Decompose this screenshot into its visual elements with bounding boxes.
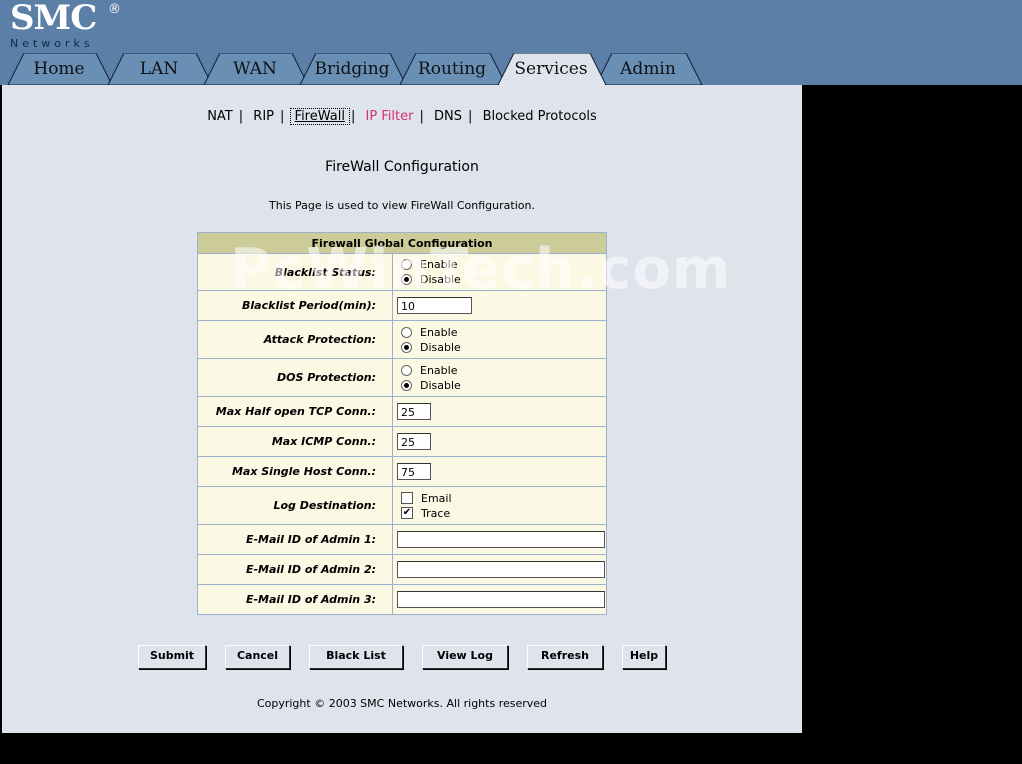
- black-list-button[interactable]: Black List: [309, 645, 403, 669]
- dos-enable-label: Enable: [420, 363, 458, 377]
- registered-mark: ®: [108, 2, 121, 17]
- header-bar: SMC ® Networks Home LAN WAN Bridging Rou…: [0, 0, 1022, 85]
- row-email-admin1: E-Mail ID of Admin 1:: [198, 525, 606, 554]
- max-icmp-input[interactable]: 25: [397, 433, 431, 450]
- subnav-dns[interactable]: DNS: [430, 109, 466, 124]
- tab-admin[interactable]: Admin: [592, 53, 704, 85]
- dos-protection-label: DOS Protection:: [198, 359, 392, 396]
- subnav-firewall[interactable]: FireWall: [289, 108, 350, 125]
- help-button[interactable]: Help: [622, 645, 666, 669]
- max-icmp-label: Max ICMP Conn.:: [198, 427, 392, 456]
- log-email-option[interactable]: Email: [397, 491, 605, 506]
- attack-enable-option[interactable]: Enable: [397, 325, 605, 340]
- email-admin3-input[interactable]: [397, 591, 605, 608]
- button-row: Submit Cancel Black List View Log Refres…: [2, 645, 802, 669]
- log-destination-label: Log Destination:: [198, 487, 392, 524]
- tab-routing-label: Routing: [417, 59, 487, 79]
- main-tabs: Home LAN WAN Bridging Routing Admin Serv…: [0, 53, 720, 85]
- attack-protection-label: Attack Protection:: [198, 321, 392, 358]
- row-max-half-open: Max Half open TCP Conn.: 25: [198, 397, 606, 426]
- dos-enable-radio[interactable]: [401, 364, 412, 376]
- max-half-open-input[interactable]: 25: [397, 403, 431, 420]
- page-description: This Page is used to view FireWall Confi…: [269, 199, 535, 212]
- attack-disable-radio[interactable]: [401, 341, 412, 353]
- dos-enable-option[interactable]: Enable: [397, 363, 605, 378]
- page-title: FireWall Configuration: [325, 159, 479, 175]
- tab-bridging-label: Bridging: [314, 59, 390, 79]
- logo-text: SMC: [10, 0, 97, 38]
- max-half-open-label: Max Half open TCP Conn.:: [198, 397, 392, 426]
- copyright-text: Copyright © 2003 SMC Networks. All right…: [256, 697, 548, 710]
- email-admin2-input[interactable]: [397, 561, 605, 578]
- sub-navigation: NAT | RIP | FireWall | IP Filter | DNS | Bloc…: [2, 108, 802, 125]
- row-attack-protection: Attack Protection: Enable Disable: [198, 321, 606, 358]
- attack-disable-label: Disable: [420, 340, 461, 354]
- log-trace-option[interactable]: ✔ Trace: [397, 506, 605, 521]
- subnav-rip[interactable]: RIP: [249, 109, 278, 124]
- row-email-admin3: E-Mail ID of Admin 3:: [198, 585, 606, 614]
- email-admin1-label: E-Mail ID of Admin 1:: [198, 525, 392, 554]
- tab-wan[interactable]: WAN: [200, 53, 310, 85]
- logo-subtitle: Networks: [10, 37, 94, 50]
- attack-enable-radio[interactable]: [401, 326, 412, 338]
- submit-button[interactable]: Submit: [138, 645, 206, 669]
- dos-disable-label: Disable: [420, 378, 461, 392]
- refresh-button[interactable]: Refresh: [527, 645, 603, 669]
- email-admin3-label: E-Mail ID of Admin 3:: [198, 585, 392, 614]
- watermark: PcWinTech.com: [230, 237, 732, 302]
- row-dos-protection: DOS Protection: Enable Disable: [198, 359, 606, 396]
- subnav-ip-filter[interactable]: IP Filter: [361, 109, 417, 124]
- tab-admin-label: Admin: [620, 59, 676, 79]
- log-trace-checkbox[interactable]: ✔: [401, 507, 413, 519]
- dos-disable-radio[interactable]: [401, 379, 412, 391]
- attack-enable-label: Enable: [420, 325, 458, 339]
- view-log-button[interactable]: View Log: [422, 645, 508, 669]
- tab-wan-label: WAN: [233, 59, 277, 79]
- tab-services[interactable]: Services: [494, 53, 608, 85]
- tab-bridging[interactable]: Bridging: [296, 53, 408, 85]
- max-single-host-input[interactable]: 75: [397, 463, 431, 480]
- tab-home[interactable]: Home: [4, 53, 114, 85]
- row-email-admin2: E-Mail ID of Admin 2:: [198, 555, 606, 584]
- log-email-checkbox[interactable]: [401, 492, 413, 504]
- row-max-icmp: Max ICMP Conn.: 25: [198, 427, 606, 456]
- email-admin2-label: E-Mail ID of Admin 2:: [198, 555, 392, 584]
- subnav-nat[interactable]: NAT: [203, 109, 237, 124]
- email-admin1-input[interactable]: [397, 531, 605, 548]
- log-trace-label: Trace: [421, 506, 451, 520]
- subnav-blocked-protocols[interactable]: Blocked Protocols: [479, 109, 601, 124]
- log-email-label: Email: [421, 491, 452, 505]
- tab-home-label: Home: [33, 59, 85, 79]
- row-max-single-host: Max Single Host Conn.: 75: [198, 457, 606, 486]
- cancel-button[interactable]: Cancel: [225, 645, 290, 669]
- smc-logo: SMC ® Networks: [8, 0, 128, 52]
- max-single-host-label: Max Single Host Conn.:: [198, 457, 392, 486]
- tab-routing[interactable]: Routing: [396, 53, 508, 85]
- row-log-destination: Log Destination: Email ✔ Trace: [198, 487, 606, 524]
- content-panel: NAT | RIP | FireWall | IP Filter | DNS | Bloc…: [2, 85, 802, 733]
- tab-services-label: Services: [514, 59, 588, 79]
- tab-lan[interactable]: LAN: [104, 53, 214, 85]
- tab-lan-label: LAN: [139, 59, 179, 79]
- attack-disable-option[interactable]: Disable: [397, 340, 605, 355]
- dos-disable-option[interactable]: Disable: [397, 378, 605, 393]
